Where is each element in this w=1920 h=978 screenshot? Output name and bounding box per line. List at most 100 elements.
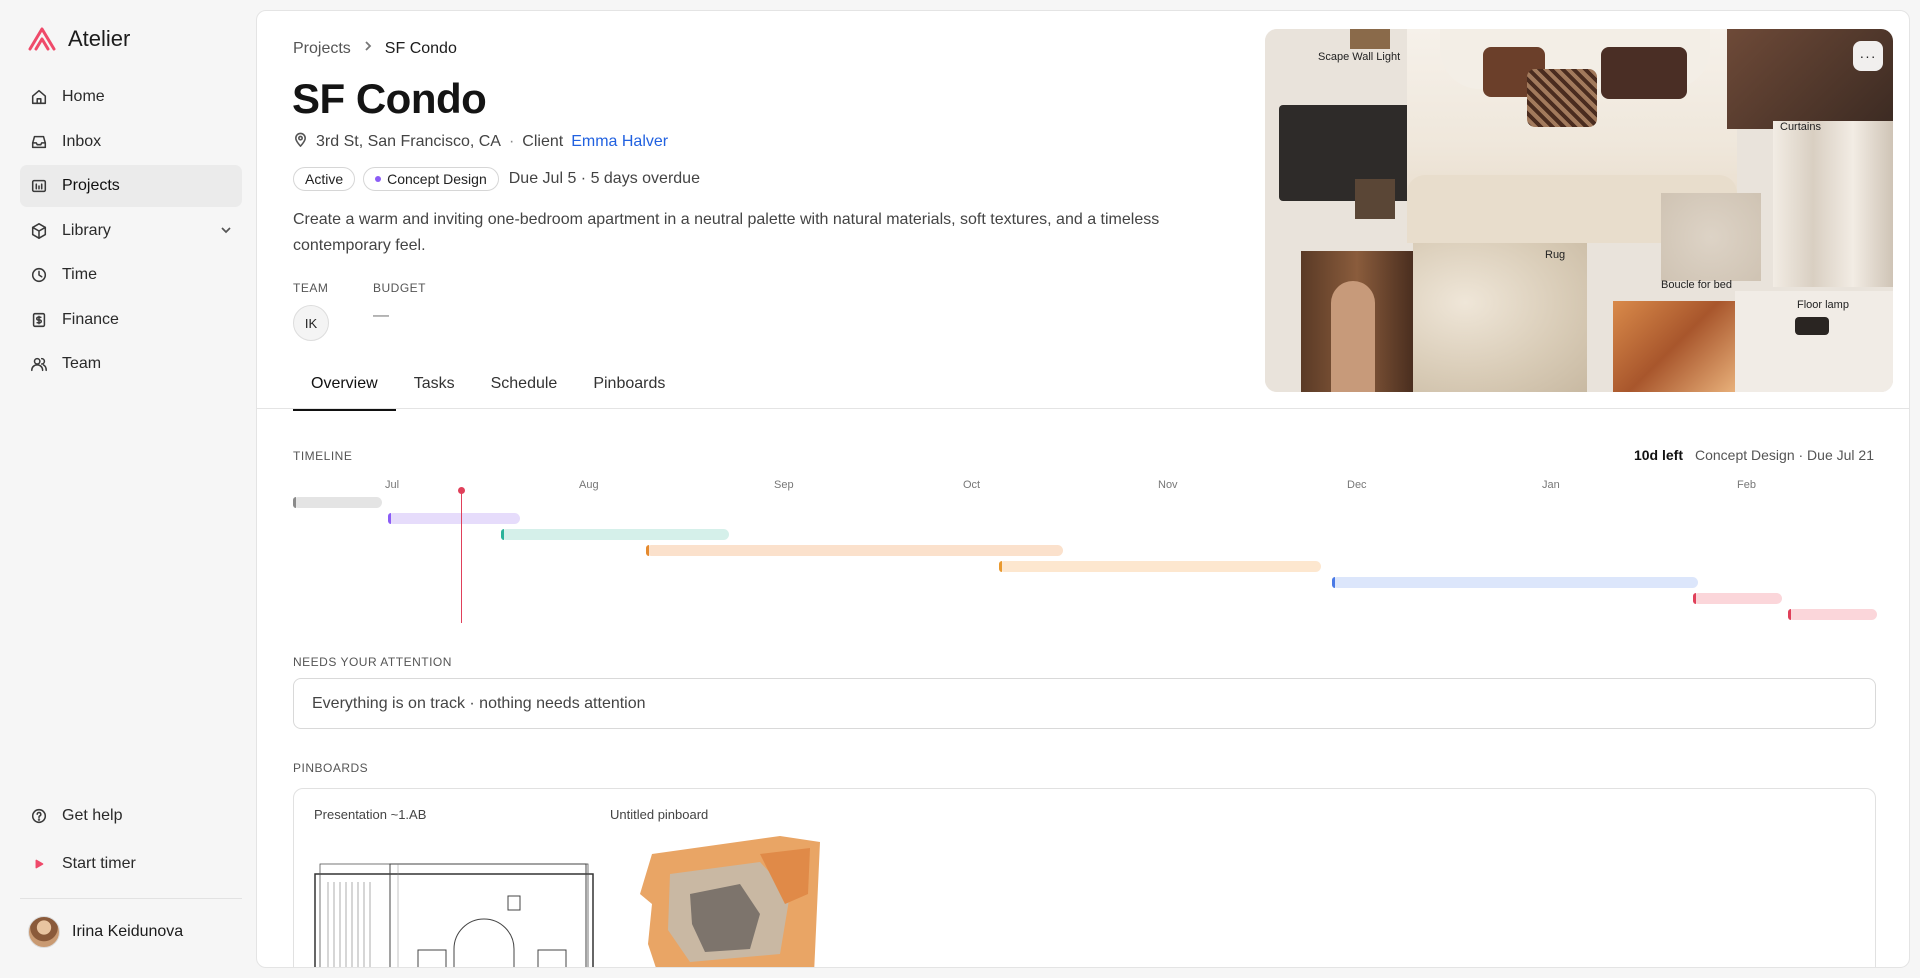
chevron-right-icon (361, 39, 375, 58)
sidebar-item-team[interactable]: Team (20, 343, 242, 385)
timeline-month-label: Jan (1542, 479, 1560, 491)
pinboard-card[interactable]: Untitled pinboard (610, 807, 820, 967)
project-tabs: Overview Tasks Schedule Pinboards (293, 365, 683, 411)
tab-pinboards[interactable]: Pinboards (575, 365, 683, 411)
tab-schedule[interactable]: Schedule (473, 365, 576, 411)
project-meta: 3rd St, San Francisco, CA · Client Emma … (293, 132, 668, 152)
timeline-bars (257, 487, 1909, 637)
breadcrumb-projects-link[interactable]: Projects (293, 40, 351, 58)
chevron-down-icon[interactable] (218, 222, 234, 243)
pillow-right-image (1601, 47, 1687, 99)
status-badge[interactable]: Active (293, 167, 356, 191)
library-icon (28, 220, 50, 242)
tab-overview[interactable]: Overview (293, 365, 396, 411)
timeline-month-label: Feb (1737, 479, 1756, 491)
team-member-avatar[interactable]: IK (293, 305, 329, 341)
project-badges: Active Concept Design Due Jul 5 · 5 days… (293, 167, 700, 191)
timeline-months: Jul Aug Sep Oct Nov Dec Jan Feb (257, 479, 1909, 493)
atelier-logo-icon (28, 27, 56, 51)
project-address: 3rd St, San Francisco, CA (316, 133, 501, 150)
pinboards-label: PINBOARDS (293, 761, 369, 775)
timeline-month-label: Nov (1158, 479, 1178, 491)
budget-label: BUDGET (373, 281, 427, 295)
artwork-image (1613, 301, 1735, 392)
rug-image (1413, 243, 1587, 392)
moodboard-label: Floor lamp (1797, 299, 1849, 311)
timeline-summary: 10d left Concept Design · Due Jul 21 (1634, 447, 1874, 463)
timeline-phase-bar[interactable] (388, 513, 520, 524)
phase-badge[interactable]: Concept Design (363, 167, 499, 191)
breadcrumb-current: SF Condo (384, 39, 457, 57)
home-icon (28, 86, 50, 108)
start-timer-button[interactable]: Start timer (20, 842, 242, 886)
pinboards-panel: Presentation ~1.AB Untitled pinboard (293, 788, 1876, 967)
pinboard-name: Presentation ~1.AB (314, 807, 427, 822)
arch-mirror-image (1331, 281, 1375, 392)
timeline-phase-bar[interactable] (646, 545, 1063, 556)
user-profile[interactable]: Irina Keidunova (28, 916, 183, 948)
client-link[interactable]: Emma Halver (571, 133, 668, 151)
sidebar-item-label: Projects (62, 177, 120, 194)
sidebar-item-inbox[interactable]: Inbox (20, 121, 242, 163)
budget-value: — (373, 307, 389, 324)
tab-tasks[interactable]: Tasks (396, 365, 473, 411)
moodboard-label: Scape Wall Light (1318, 51, 1401, 63)
sidebar-item-label: Team (62, 355, 102, 372)
curtains-image (1773, 121, 1893, 287)
timeline-label: TIMELINE (293, 449, 353, 463)
current-phase-due: Concept Design · Due Jul 21 (1695, 447, 1874, 463)
watercolor-thumbnail (640, 836, 820, 967)
timeline-phase-bar[interactable] (1693, 593, 1782, 604)
attention-panel: Everything is on track · nothing needs a… (293, 678, 1876, 729)
today-marker-dot (457, 487, 465, 494)
inbox-icon (28, 131, 50, 153)
sidebar-divider (20, 898, 242, 899)
nightstand-leg-image (1355, 179, 1395, 219)
app-name: Atelier (68, 26, 131, 51)
start-timer-label: Start timer (62, 855, 136, 872)
lamp-shade-image (1795, 317, 1829, 335)
sidebar-item-label: Inbox (62, 132, 102, 150)
meta-separator: · (508, 133, 515, 150)
timeline-phase-bar[interactable] (500, 529, 729, 540)
brand[interactable]: Atelier (28, 26, 130, 52)
sidebar-item-time[interactable]: Time (20, 254, 242, 296)
timeline-month-label: Oct (963, 479, 981, 491)
phase-badge-label: Concept Design (387, 171, 487, 187)
clock-icon (28, 264, 50, 286)
play-icon (28, 853, 50, 875)
client-label: Client (522, 133, 564, 150)
timeline-month-label: Dec (1347, 479, 1367, 491)
sidebar-item-home[interactable]: Home (20, 76, 242, 118)
attention-message: Everything is on track · nothing needs a… (312, 694, 646, 712)
page-title: SF Condo (292, 75, 487, 122)
sidebar-item-label: Library (62, 221, 111, 239)
timeline-month-label: Jul (385, 479, 400, 491)
sidebar-item-library[interactable]: Library (20, 210, 242, 252)
main-panel: Projects SF Condo SF Condo 3rd St, San F… (256, 10, 1910, 968)
team-label: TEAM (293, 281, 329, 295)
timeline-month-label: Sep (774, 479, 794, 491)
boucle-image (1661, 193, 1761, 281)
attention-label: NEEDS YOUR ATTENTION (293, 655, 452, 669)
finance-icon (28, 309, 50, 331)
pillow-center-image (1527, 69, 1597, 127)
more-options-button[interactable]: ··· (1853, 41, 1883, 71)
wall-light-image (1350, 29, 1390, 49)
sidebar-item-label: Home (62, 88, 105, 105)
timeline-phase-bar[interactable] (293, 497, 382, 508)
pinboard-card[interactable]: Presentation ~1.AB (314, 807, 594, 967)
help-icon (28, 805, 50, 827)
get-help-button[interactable]: Get help (20, 794, 242, 838)
timeline-month-label: Aug (579, 479, 599, 491)
timeline-phase-bar[interactable] (1788, 609, 1877, 620)
timeline-phase-bar[interactable] (999, 561, 1321, 572)
days-left: 10d left (1633, 447, 1683, 463)
sidebar-item-finance[interactable]: Finance (20, 299, 242, 341)
bottom-nav: Get help Start timer (20, 794, 242, 890)
timeline-phase-bar[interactable] (1332, 577, 1698, 588)
moodboard-cover[interactable]: Scape Wall Light Curtains Rug Boucle for… (1265, 29, 1893, 392)
project-description: Create a warm and inviting one-bedroom a… (293, 211, 1160, 254)
today-marker-line (460, 491, 462, 623)
sidebar-item-projects[interactable]: Projects (20, 165, 242, 207)
